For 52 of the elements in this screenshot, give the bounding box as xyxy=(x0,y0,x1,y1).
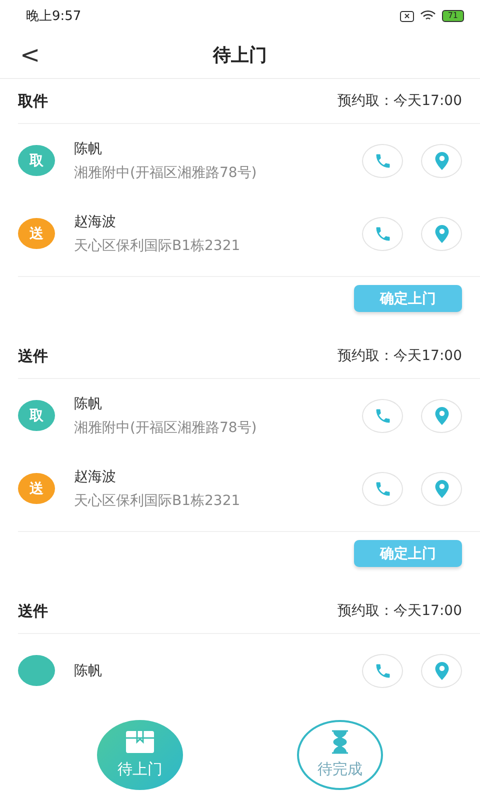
sim-icon xyxy=(400,10,414,22)
bottom-tab[interactable]: 待完成 xyxy=(297,720,383,790)
location-button[interactable] xyxy=(421,144,462,178)
location-button[interactable] xyxy=(421,398,462,432)
phone-icon xyxy=(374,152,392,170)
phone-icon xyxy=(374,406,392,424)
appointment-time: 预约取：今天17:00 xyxy=(338,92,462,110)
contact-name: 陈帆 xyxy=(74,140,103,158)
location-button[interactable] xyxy=(421,216,462,250)
location-pin-icon xyxy=(432,406,450,426)
location-button[interactable] xyxy=(421,472,462,506)
confirm-visit-button[interactable]: 确定上门 xyxy=(354,540,462,567)
battery-level: 71 xyxy=(442,10,464,22)
contact-name: 赵海波 xyxy=(74,212,117,230)
call-button[interactable] xyxy=(362,654,403,688)
contact-address: 天心区保利国际B1栋2321 xyxy=(74,236,242,254)
delivery-badge: 送 xyxy=(18,473,55,504)
section-title: 送件 xyxy=(18,346,48,366)
delivery-badge: 送 xyxy=(18,218,55,249)
call-button[interactable] xyxy=(362,216,403,250)
appointment-time: 预约取：今天17:00 xyxy=(338,602,462,620)
back-button[interactable]: < xyxy=(16,41,44,69)
location-pin-icon xyxy=(432,478,450,498)
call-button[interactable] xyxy=(362,398,403,432)
section-title: 取件 xyxy=(18,92,48,110)
box-icon xyxy=(125,730,155,754)
page-title: 待上门 xyxy=(213,44,267,67)
pickup-badge xyxy=(18,655,55,686)
phone-icon xyxy=(374,480,392,498)
location-button[interactable] xyxy=(421,654,462,688)
contact-name: 陈帆 xyxy=(74,662,103,680)
contact-address: 湘雅附中(开福区湘雅路78号) xyxy=(74,418,258,436)
contact-name: 陈帆 xyxy=(74,394,103,412)
contact-name: 赵海波 xyxy=(74,468,117,486)
contact-address: 天心区保利国际B1栋2321 xyxy=(74,492,242,510)
section-title: 送件 xyxy=(18,602,48,620)
wifi-icon xyxy=(420,10,436,22)
appointment-time: 预约取：今天17:00 xyxy=(338,347,462,365)
bottom-tab[interactable]: 待上门 xyxy=(97,720,183,790)
confirm-visit-button[interactable]: 确定上门 xyxy=(354,285,462,312)
status-time: 晚上9:57 xyxy=(26,8,82,25)
pickup-badge: 取 xyxy=(18,145,55,176)
contact-address: 湘雅附中(开福区湘雅路78号) xyxy=(74,164,258,182)
pickup-badge: 取 xyxy=(18,400,55,431)
call-button[interactable] xyxy=(362,472,403,506)
location-pin-icon xyxy=(432,224,450,244)
location-pin-icon xyxy=(432,150,450,170)
call-button[interactable] xyxy=(362,144,403,178)
location-pin-icon xyxy=(432,660,450,680)
phone-icon xyxy=(374,662,392,680)
hourglass-icon xyxy=(331,730,349,754)
phone-icon xyxy=(374,224,392,242)
